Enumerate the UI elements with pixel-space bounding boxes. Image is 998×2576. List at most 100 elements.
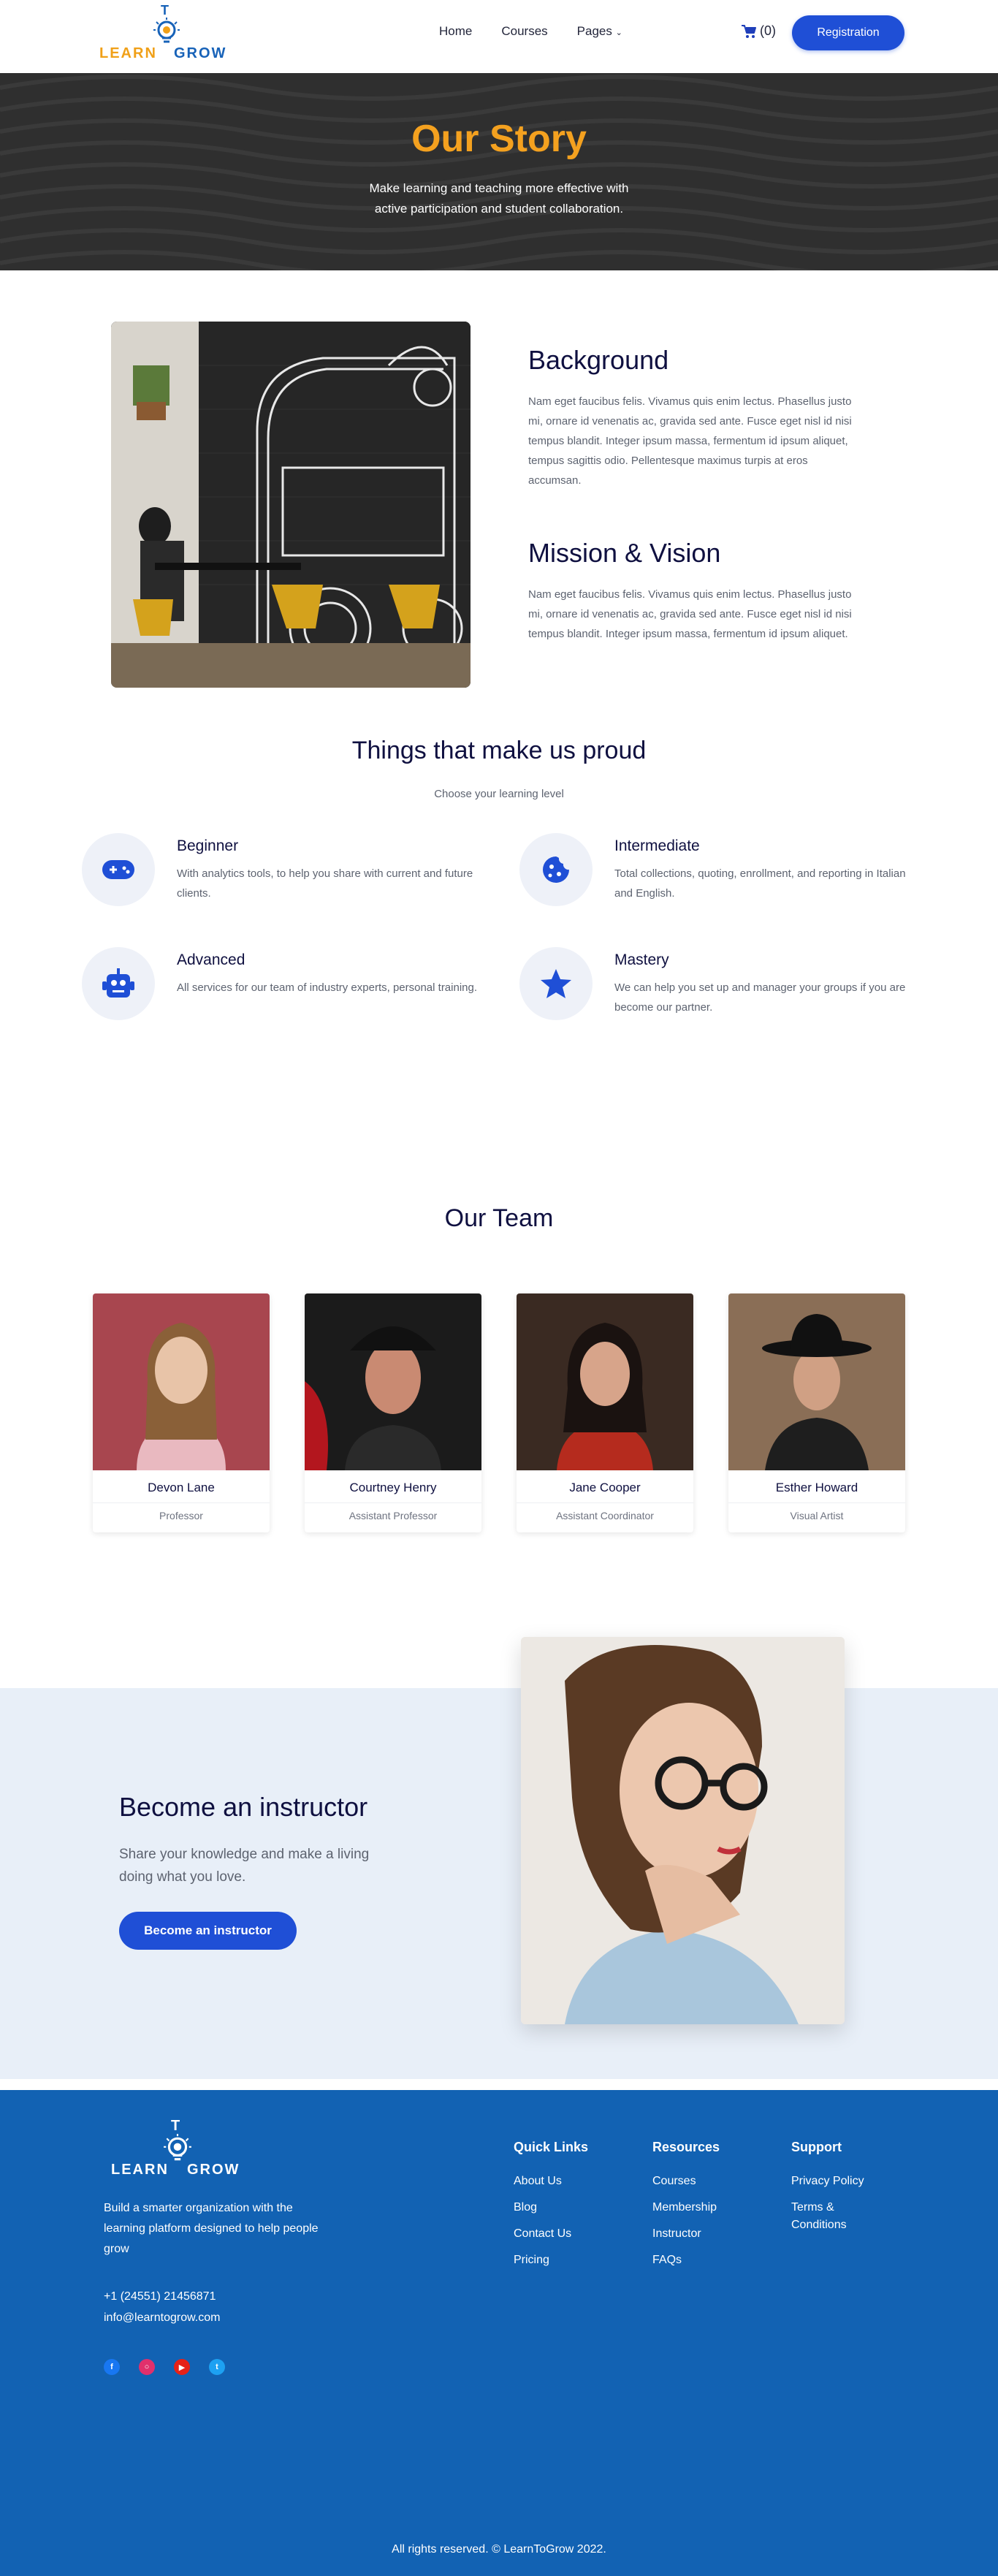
level-title: Advanced: [177, 951, 245, 968]
member-role: Assistant Coordinator: [556, 1510, 654, 1521]
level-advanced: Advanced All services for our team of in…: [82, 947, 491, 1027]
footer-phone[interactable]: +1 (24551) 21456871: [104, 2290, 216, 2303]
gamepad-icon: [82, 833, 155, 906]
level-text: With analytics tools, to help you share …: [177, 867, 473, 900]
instructor-section: Become an instructor Share your knowledg…: [0, 1637, 998, 2090]
lightbulb-icon: [164, 2134, 191, 2161]
member-role: Assistant Professor: [348, 1510, 438, 1521]
card-divider: [728, 1502, 905, 1503]
footer-link-courses[interactable]: Courses: [652, 2173, 747, 2190]
team-card[interactable]: Courtney Henry Assistant Professor: [305, 1293, 481, 1532]
footer-link-blog[interactable]: Blog: [514, 2199, 609, 2216]
footer-link-about[interactable]: About Us: [514, 2173, 609, 2190]
cookie-icon: [519, 833, 593, 906]
social-links: f ○ ▶ t: [104, 2359, 225, 2375]
card-divider: [517, 1502, 693, 1503]
footer-link-membership[interactable]: Membership: [652, 2199, 747, 2216]
level-text: We can help you set up and manager your …: [614, 981, 906, 1014]
copyright-text: All rights reserved. © LearnToGrow 2022.: [392, 2543, 606, 2556]
footer-col-title: Resources: [652, 2140, 720, 2154]
card-divider: [93, 1502, 270, 1503]
footer-email[interactable]: info@learntogrow.com: [104, 2311, 220, 2325]
lightbulb-icon: [153, 18, 180, 43]
site-header: T LEARN GROW Home Courses Pages ⌄ (0) Re…: [0, 0, 998, 73]
level-text: All services for our team of industry ex…: [177, 981, 478, 994]
member-name: Esther Howard: [775, 1481, 858, 1494]
site-footer: T LEARN GROW Build a smarter organizatio…: [0, 2090, 998, 2576]
footer-col-title: Support: [791, 2140, 842, 2154]
nav-courses[interactable]: Courses: [501, 24, 547, 39]
footer-logo-learn: LEARN: [111, 2162, 169, 2178]
level-title: Mastery: [614, 951, 669, 968]
become-instructor-button[interactable]: Become an instructor: [119, 1912, 297, 1950]
cart-icon: [742, 24, 756, 38]
youtube-icon[interactable]: ▶: [174, 2359, 190, 2375]
cart-button[interactable]: (0): [741, 23, 776, 39]
mission-title: Mission & Vision: [528, 538, 721, 568]
level-title: Intermediate: [614, 837, 700, 854]
team-title: Our Team: [444, 1204, 554, 1232]
member-photo: [93, 1293, 270, 1470]
team-card[interactable]: Jane Cooper Assistant Coordinator: [517, 1293, 693, 1532]
hero-wave-pattern: [0, 75, 998, 270]
site-logo[interactable]: T LEARN GROW: [99, 3, 228, 64]
footer-logo-t: T: [171, 2118, 180, 2134]
twitter-icon[interactable]: t: [209, 2359, 225, 2375]
background-title: Background: [528, 345, 669, 375]
team-card[interactable]: Esther Howard Visual Artist: [728, 1293, 905, 1532]
member-name: Jane Cooper: [569, 1481, 641, 1494]
instructor-title: Become an instructor: [119, 1792, 368, 1822]
logo-t-letter: T: [161, 3, 169, 18]
footer-col-quick-links: Quick Links About Us Blog Contact Us Pri…: [514, 2140, 609, 2278]
robot-icon: [82, 947, 155, 1020]
facebook-icon[interactable]: f: [104, 2359, 120, 2375]
level-beginner: Beginner With analytics tools, to help y…: [82, 833, 491, 913]
mission-text: Nam eget faucibus felis. Vivamus quis en…: [528, 588, 852, 640]
levels-title: Things that make us proud: [351, 737, 647, 764]
logo-learn: LEARN: [99, 45, 157, 61]
office-photo: [111, 322, 471, 688]
footer-col-resources: Resources Courses Membership Instructor …: [652, 2140, 747, 2278]
instagram-icon[interactable]: ○: [139, 2359, 155, 2375]
nav-home[interactable]: Home: [439, 24, 472, 39]
member-role: Professor: [159, 1510, 203, 1521]
levels-section: Things that make us proud Choose your le…: [0, 731, 998, 1184]
logo-grow: GROW: [174, 45, 227, 61]
hero-banner: Our Story Make learning and teaching mor…: [0, 73, 998, 270]
nav-pages-label: Pages: [576, 24, 612, 38]
registration-button[interactable]: Registration: [792, 15, 904, 50]
member-photo: [728, 1293, 905, 1470]
member-name: Devon Lane: [148, 1481, 215, 1494]
footer-col-title: Quick Links: [514, 2140, 589, 2154]
level-title: Beginner: [177, 837, 239, 854]
about-section: Background Nam eget faucibus felis. Viva…: [0, 270, 998, 731]
team-card[interactable]: Devon Lane Professor: [93, 1293, 270, 1532]
footer-description: Build a smarter organization with the le…: [104, 2202, 319, 2255]
chevron-down-icon: ⌄: [615, 29, 622, 37]
footer-link-faqs[interactable]: FAQs: [652, 2252, 747, 2269]
team-section: Our Team Devon Lane Professor Courtney H…: [0, 1184, 998, 1637]
member-photo: [305, 1293, 481, 1470]
main-nav: Home Courses Pages ⌄: [439, 24, 622, 39]
member-name: Courtney Henry: [349, 1481, 437, 1494]
star-icon: [519, 947, 593, 1020]
instructor-text: Share your knowledge and make a living d…: [119, 1847, 370, 1885]
member-role: Visual Artist: [790, 1510, 844, 1521]
footer-link-contact[interactable]: Contact Us: [514, 2225, 609, 2243]
hero-title: Our Story: [411, 118, 587, 160]
footer-col-support: Support Privacy Policy Terms & Condition…: [791, 2140, 886, 2243]
level-intermediate: Intermediate Total collections, quoting,…: [519, 833, 929, 913]
footer-link-instructor[interactable]: Instructor: [652, 2225, 747, 2243]
instructor-photo: [521, 1637, 845, 2024]
member-photo: [517, 1293, 693, 1470]
footer-link-privacy[interactable]: Privacy Policy: [791, 2173, 886, 2190]
footer-logo-grow: GROW: [187, 2162, 240, 2178]
levels-subtitle: Choose your learning level: [434, 788, 564, 800]
footer-link-pricing[interactable]: Pricing: [514, 2252, 609, 2269]
level-text: Total collections, quoting, enrollment, …: [614, 867, 906, 900]
footer-link-terms[interactable]: Terms & Conditions: [791, 2199, 864, 2234]
footer-logo[interactable]: T LEARN GROW: [110, 2118, 241, 2184]
level-mastery: Mastery We can help you set up and manag…: [519, 947, 929, 1027]
nav-pages[interactable]: Pages ⌄: [577, 24, 622, 39]
cart-count: (0): [760, 23, 776, 38]
